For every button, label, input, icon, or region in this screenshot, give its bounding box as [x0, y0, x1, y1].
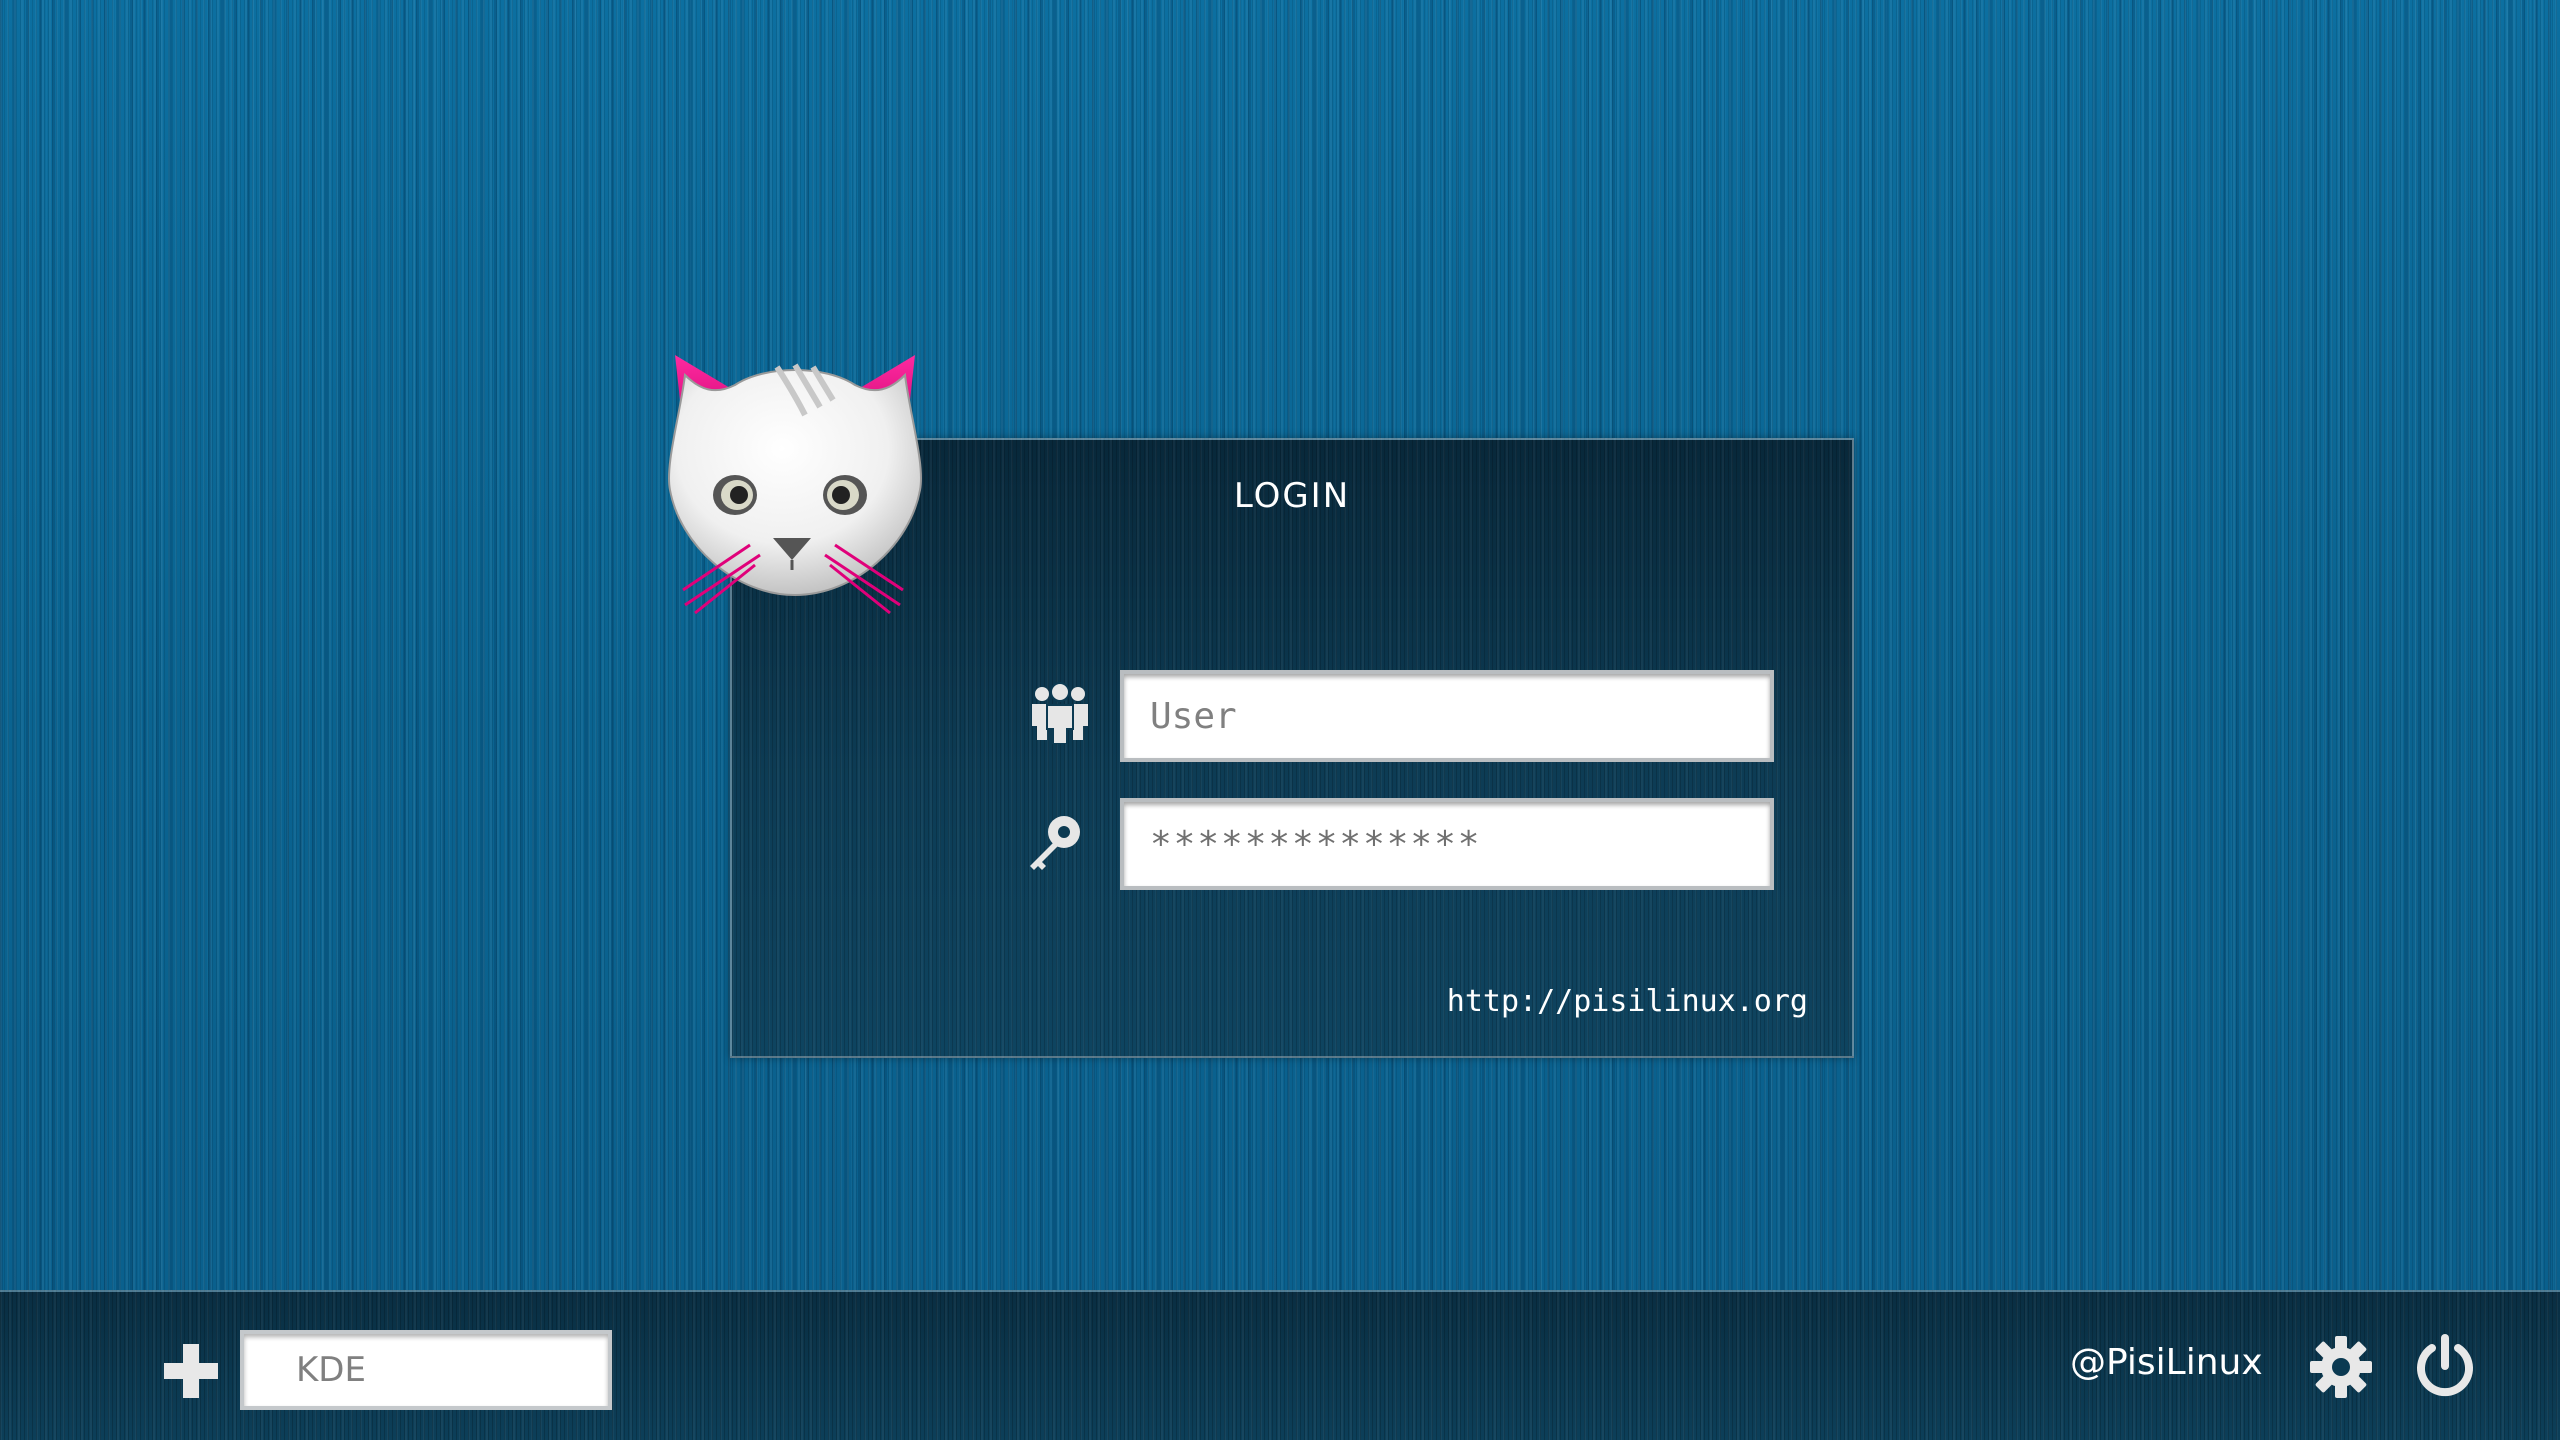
bottom-bar: KDE @PisiLinux [0, 1290, 2560, 1440]
pisilinux-handle: @PisiLinux [2070, 1342, 2263, 1383]
username-field[interactable] [1120, 670, 1774, 762]
login-screen: LOGIN http://pisilinux.org [0, 0, 2560, 1440]
gear-icon[interactable] [2308, 1334, 2374, 1400]
session-selector[interactable]: KDE [240, 1330, 612, 1410]
power-icon[interactable] [2412, 1334, 2478, 1400]
users-icon [1032, 682, 1088, 744]
key-icon [1030, 816, 1080, 870]
website-link[interactable]: http://pisilinux.org [1447, 984, 1808, 1019]
plus-icon[interactable] [160, 1340, 222, 1402]
password-field[interactable] [1120, 798, 1774, 890]
cat-logo-icon [668, 355, 922, 615]
